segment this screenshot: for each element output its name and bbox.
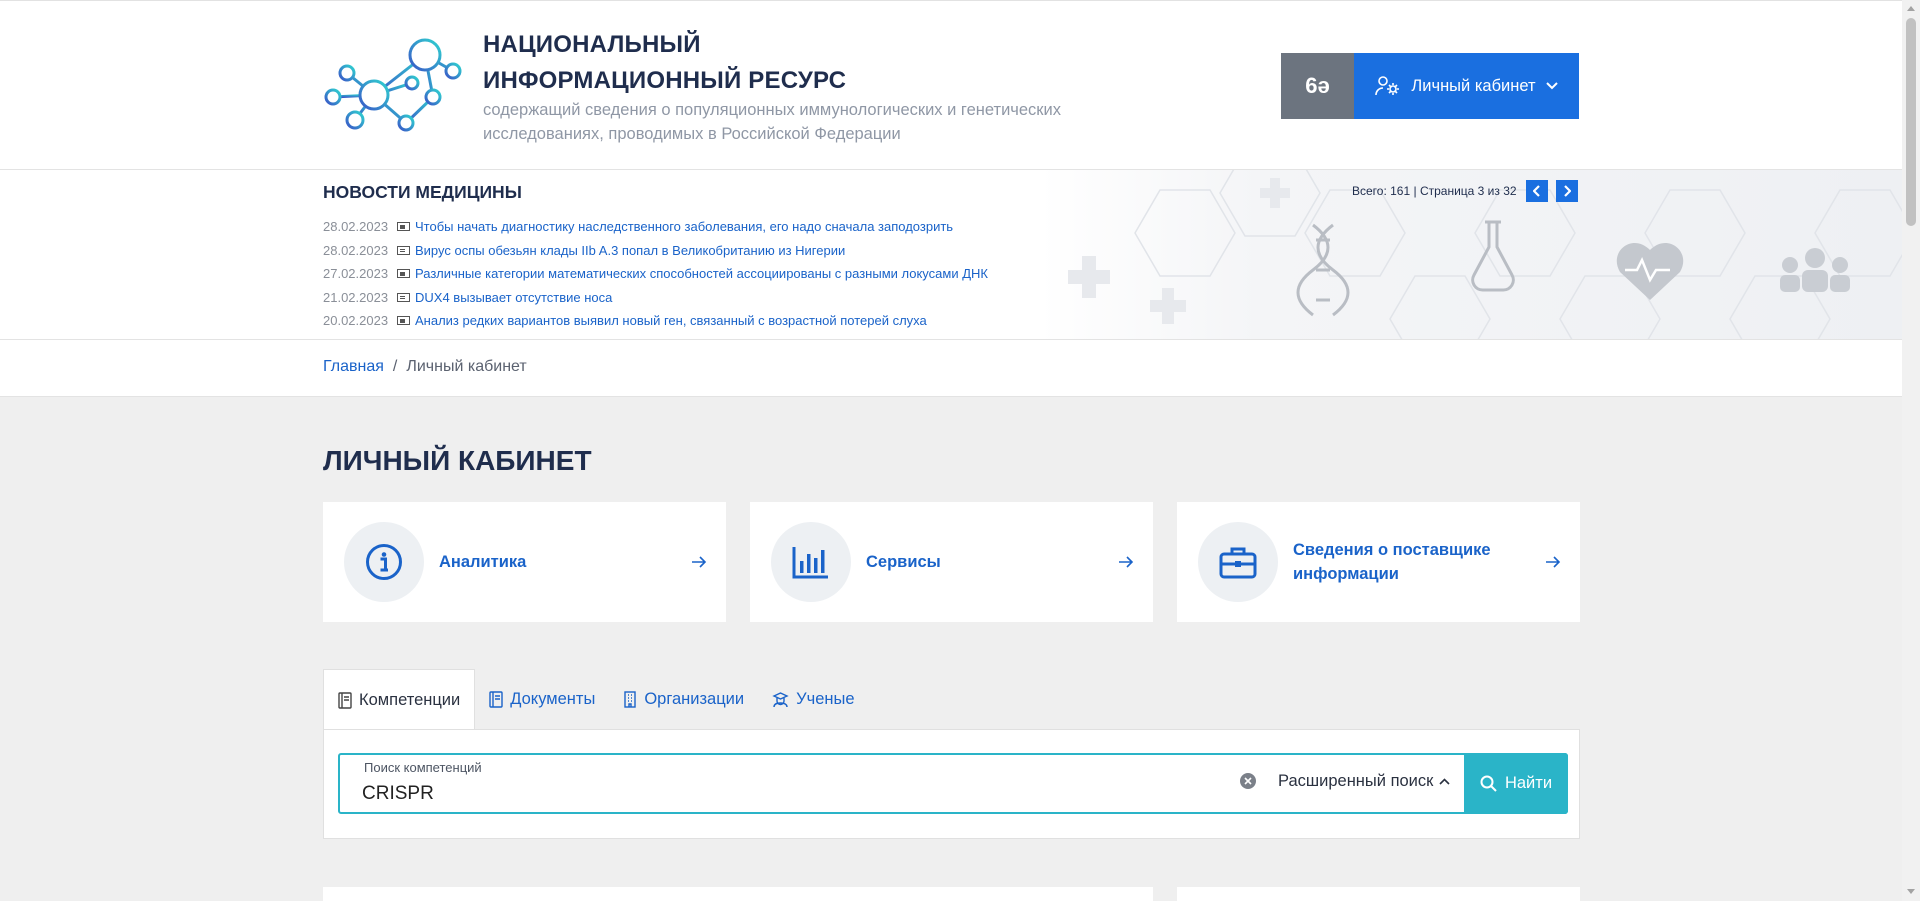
breadcrumb: Главная / Личный кабинет bbox=[323, 358, 527, 376]
news-date: 27.02.2023 bbox=[323, 266, 389, 282]
news-link[interactable]: Различные категории математических спосо… bbox=[415, 266, 988, 281]
pager-text: Всего: 161 | Страница 3 из 32 bbox=[1352, 184, 1517, 198]
page-scrollbar[interactable] bbox=[1902, 0, 1920, 901]
book-icon bbox=[338, 691, 352, 709]
result-card bbox=[1177, 887, 1580, 901]
news-item: 28.02.2023 Чтобы начать диагностику насл… bbox=[323, 215, 988, 239]
tab-scientists[interactable]: Ученые bbox=[758, 669, 868, 729]
pager-prev-button[interactable] bbox=[1525, 180, 1548, 202]
news-item: 27.02.2023 Различные категории математич… bbox=[323, 262, 988, 286]
accessibility-button[interactable]: 6ə bbox=[1281, 53, 1354, 119]
breadcrumb-current: Личный кабинет bbox=[406, 358, 527, 375]
scientist-icon bbox=[772, 691, 789, 707]
clear-search-button[interactable] bbox=[1240, 773, 1256, 789]
search-box: Поиск компетенций Расширенный поиск Найт… bbox=[338, 753, 1568, 814]
result-card bbox=[323, 887, 1153, 901]
card-icon-wrap bbox=[344, 522, 424, 602]
card-services[interactable]: Сервисы bbox=[750, 502, 1153, 622]
advanced-search-label: Расширенный поиск bbox=[1278, 772, 1434, 790]
page-title: ЛИЧНЫЙ КАБИНЕТ bbox=[323, 445, 592, 476]
chevron-right-icon bbox=[1563, 185, 1571, 197]
arrow-right-icon bbox=[1546, 556, 1561, 568]
card-label: Сведения о поставщике информации bbox=[1293, 541, 1491, 583]
tab-competencies[interactable]: Компетенции bbox=[323, 669, 476, 730]
chevron-down-icon bbox=[1545, 82, 1558, 90]
card-analytics[interactable]: Аналитика bbox=[323, 502, 726, 622]
tab-label: Компетенции bbox=[359, 690, 461, 709]
advanced-search-toggle[interactable]: Расширенный поиск bbox=[1278, 772, 1450, 791]
close-icon bbox=[1244, 777, 1252, 785]
news-link[interactable]: Анализ редких вариантов выявил новый ген… bbox=[415, 313, 927, 328]
site-header: НАЦИОНАЛЬНЫЙ ИНФОРМАЦИОННЫЙ РЕСУРС содер… bbox=[0, 0, 1902, 170]
card-icon-wrap bbox=[1198, 522, 1278, 602]
breadcrumb-separator: / bbox=[392, 358, 398, 375]
personal-cabinet-label: Личный кабинет bbox=[1411, 76, 1536, 95]
breadcrumb-bar: Главная / Личный кабинет bbox=[0, 340, 1902, 397]
search-label: Поиск компетенций bbox=[364, 760, 482, 775]
news-item: 28.02.2023 Вирус оспы обезьян клады IIb … bbox=[323, 239, 988, 263]
arrow-right-icon bbox=[1119, 556, 1134, 568]
search-icon bbox=[1480, 775, 1497, 792]
search-button[interactable]: Найти bbox=[1464, 753, 1568, 814]
news-title: НОВОСТИ МЕДИЦИНЫ bbox=[323, 182, 522, 202]
news-item: 21.02.2023 DUX4 вызывает отсутствие носа bbox=[323, 286, 988, 310]
news-list: 28.02.2023 Чтобы начать диагностику насл… bbox=[323, 215, 988, 333]
chevron-up-icon bbox=[1439, 778, 1450, 785]
user-settings-icon bbox=[1375, 76, 1400, 96]
pager-next-button[interactable] bbox=[1555, 180, 1578, 202]
document-icon bbox=[489, 690, 503, 708]
arrow-right-icon bbox=[692, 556, 707, 568]
tab-documents[interactable]: Документы bbox=[475, 669, 609, 729]
news-section: НОВОСТИ МЕДИЦИНЫ 28.02.2023 Чтобы начать… bbox=[0, 170, 1902, 340]
building-icon bbox=[624, 690, 637, 708]
tab-label: Ученые bbox=[796, 689, 855, 708]
newspaper-icon bbox=[397, 245, 410, 255]
news-pager: Всего: 161 | Страница 3 из 32 bbox=[1352, 180, 1578, 202]
news-link[interactable]: Чтобы начать диагностику наследственного… bbox=[415, 219, 953, 234]
newspaper-icon bbox=[397, 269, 410, 279]
newspaper-icon bbox=[397, 316, 410, 326]
chevron-left-icon bbox=[1532, 185, 1540, 197]
scrollbar-thumb[interactable] bbox=[1906, 18, 1916, 226]
glasses-icon: 6ə bbox=[1305, 73, 1330, 98]
site-title-line1: НАЦИОНАЛЬНЫЙ bbox=[483, 31, 701, 58]
card-label: Аналитика bbox=[439, 553, 527, 571]
card-provider-info[interactable]: Сведения о поставщике информации bbox=[1177, 502, 1580, 622]
briefcase-icon bbox=[1219, 547, 1257, 579]
newspaper-icon bbox=[397, 292, 410, 302]
scroll-down-icon[interactable] bbox=[1907, 889, 1915, 894]
site-subtitle: содержащий сведения о популяционных имму… bbox=[483, 101, 1061, 143]
scroll-up-icon[interactable] bbox=[1907, 6, 1915, 11]
card-label: Сервисы bbox=[866, 553, 941, 571]
news-date: 28.02.2023 bbox=[323, 242, 389, 258]
news-date: 21.02.2023 bbox=[323, 289, 389, 305]
site-title-line2: ИНФОРМАЦИОННЫЙ РЕСУРС bbox=[483, 67, 847, 94]
news-link[interactable]: Вирус оспы обезьян клады IIb A.3 попал в… bbox=[415, 243, 845, 258]
news-date: 20.02.2023 bbox=[323, 313, 389, 329]
news-item: 20.02.2023 Анализ редких вариантов выяви… bbox=[323, 309, 988, 333]
breadcrumb-home[interactable]: Главная bbox=[323, 358, 384, 376]
site-logo-icon[interactable] bbox=[322, 37, 464, 135]
card-icon-wrap bbox=[771, 522, 851, 602]
search-tabs: Компетенции Документы Организации Ученые bbox=[323, 669, 869, 730]
tab-panel-competencies: Поиск компетенций Расширенный поиск Найт… bbox=[323, 729, 1580, 839]
tab-label: Документы bbox=[510, 689, 596, 708]
news-date: 28.02.2023 bbox=[323, 219, 389, 235]
tab-label: Организации bbox=[644, 689, 745, 708]
personal-cabinet-button[interactable]: Личный кабинет bbox=[1354, 53, 1579, 119]
newspaper-icon bbox=[397, 222, 410, 232]
search-button-label: Найти bbox=[1504, 774, 1553, 792]
news-link[interactable]: DUX4 вызывает отсутствие носа bbox=[415, 290, 612, 305]
bar-chart-icon bbox=[792, 547, 828, 579]
search-input[interactable] bbox=[362, 781, 1202, 807]
info-icon bbox=[366, 544, 402, 580]
tab-organizations[interactable]: Организации bbox=[609, 669, 758, 729]
site-title: НАЦИОНАЛЬНЫЙ ИНФОРМАЦИОННЫЙ РЕСУРС bbox=[483, 27, 846, 99]
